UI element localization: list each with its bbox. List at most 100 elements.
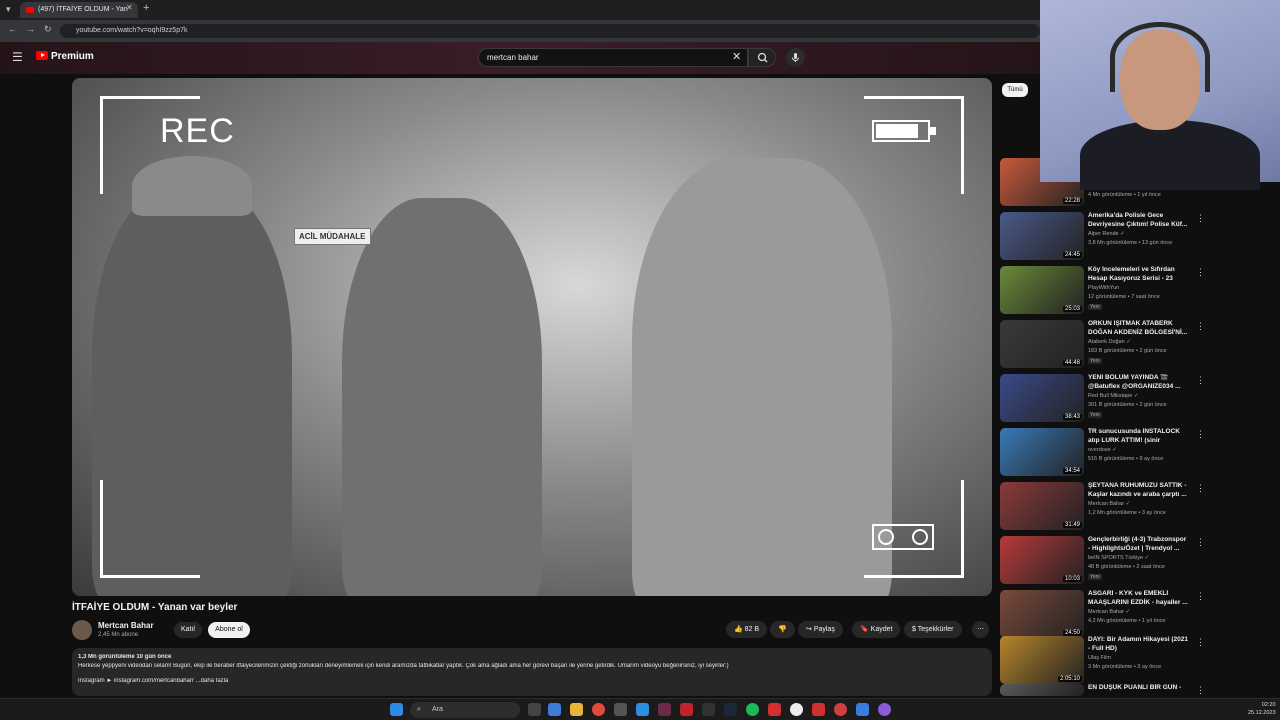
recommendation-meta: 3,8 Mn görüntüleme • 13 gün önce [1088,240,1173,246]
start-icon[interactable] [390,703,403,716]
video-thumbnail[interactable]: 38:43 [1000,374,1084,422]
new-badge: Yeni [1088,574,1102,580]
recommendation-channel[interactable]: Red Bull Mikstape ✓ [1088,393,1138,399]
recommendation-item[interactable]: 44:48 ORKUN IŞITMAK ATABERK DOĞAN AKDENİZ… [1000,320,1272,370]
video-thumbnail[interactable]: 34:54 [1000,428,1084,476]
share-button[interactable]: ↪ Paylaş [798,621,843,638]
video-thumbnail[interactable]: 24:45 [1000,212,1084,260]
clear-search-icon[interactable]: ✕ [732,50,741,63]
video-thumbnail[interactable]: 25:03 [1000,266,1084,314]
yandex-icon[interactable] [790,703,803,716]
task-view-icon[interactable] [528,703,541,716]
voice-search-button[interactable] [786,48,805,67]
channel-name[interactable]: Mertcan Bahar [98,621,154,630]
join-button[interactable]: Katıl [174,622,202,638]
video-thumbnail[interactable]: 24:50 [1000,590,1084,638]
app-icon-7[interactable] [812,703,825,716]
recommendation-item[interactable]: EN DÜŞÜK PUANLI BİR GÜN - ⋮ [1000,684,1272,698]
recommendation-item[interactable]: 34:54 TR sunucusunda INSTALOCK atıp LURK … [1000,428,1272,478]
spotify-icon[interactable] [746,703,759,716]
recommendation-item[interactable]: 2:05:10 DAYI: Bir Adamın Hikayesi (2021 -… [1000,636,1272,686]
like-button[interactable]: 👍 82 B [726,621,768,638]
recommendation-channel[interactable]: overdose ✓ [1088,447,1117,453]
more-options-icon[interactable]: ⋮ [1196,213,1205,224]
more-options-icon[interactable]: ⋮ [1196,267,1205,278]
widgets-icon[interactable] [548,703,561,716]
taskbar-search[interactable]: ⌕ Ara [410,702,520,718]
app-icon-8[interactable] [834,703,847,716]
recommendation-item[interactable]: 38:43 YENİ BÖLÜM YAYINDA 🎬 @Batuflex @ORG… [1000,374,1272,424]
file-explorer-icon[interactable] [570,703,583,716]
recommendation-channel[interactable]: Alper Rende ✓ [1088,231,1125,237]
recommendation-item[interactable]: 10:03 Gençlerbirliği (4-3) Trabzonspor - … [1000,536,1272,586]
dislike-button[interactable]: 👎 [770,621,795,638]
more-actions-button[interactable]: ⋯ [972,621,989,638]
video-thumbnail[interactable] [1000,684,1084,696]
tab-menu-icon[interactable]: ▾ [6,4,11,15]
channel-avatar[interactable] [72,620,92,640]
recommendation-item[interactable]: 31:49 ŞEYTANA RUHUMUZU SATTIK - Kaşlar ka… [1000,482,1272,532]
app-icon-9[interactable] [856,703,869,716]
video-duration: 31:49 [1062,522,1082,528]
more-options-icon[interactable]: ⋮ [1196,321,1205,332]
search-button[interactable] [748,48,776,67]
more-options-icon[interactable]: ⋮ [1196,483,1205,494]
forward-icon[interactable]: → [26,24,35,34]
battery-icon [872,120,936,142]
more-options-icon[interactable]: ⋮ [1196,591,1205,602]
recommendation-channel[interactable]: Ulaş Film [1088,655,1111,661]
recommendation-title: ŞEYTANA RUHUMUZU SATTIK - Kaşlar kazındı… [1088,482,1187,498]
more-options-icon[interactable]: ⋮ [1196,429,1205,440]
video-person-right [632,158,892,596]
recommendation-channel[interactable]: Ataberk Doğan ✓ [1088,339,1131,345]
new-tab-icon[interactable]: + [143,2,149,14]
more-options-icon[interactable]: ⋮ [1196,537,1205,548]
clock-time: 02:20 [1261,702,1276,708]
video-thumbnail[interactable]: 31:49 [1000,482,1084,530]
recommendation-item[interactable]: 25:03 Köy İncelemeleri ve Sıfırdan Hesap … [1000,266,1272,316]
video-player[interactable]: ACİL MÜDAHALE REC [72,78,992,596]
description-box[interactable]: 1,3 Mn görüntüleme 10 gün önce Herkese y… [72,648,992,696]
recommendation-title: ORKUN IŞITMAK ATABERK DOĞAN AKDENİZ BÖLG… [1088,320,1188,336]
app-icon-2[interactable] [636,703,649,716]
more-options-icon[interactable]: ⋮ [1196,685,1205,696]
app-icon-3[interactable] [658,703,671,716]
recommendation-channel[interactable]: PlayWithYun [1088,285,1119,291]
recommendation-item[interactable]: 24:50 ASGARİ - KYK ve EMEKLİ MAAŞLARINI E… [1000,590,1272,640]
recommendation-item[interactable]: 24:45 Amerika'da Polisle Gece Devriyesine… [1000,212,1272,262]
recommendation-channel[interactable]: Mertcan Bahar ✓ [1088,501,1130,507]
video-thumbnail[interactable]: 10:03 [1000,536,1084,584]
back-icon[interactable]: ← [8,24,17,34]
more-options-icon[interactable]: ⋮ [1196,375,1205,386]
more-options-icon[interactable]: ⋮ [1196,637,1205,648]
search-input[interactable]: mertcan bahar [478,48,748,67]
save-label: Kaydet [870,626,893,633]
menu-icon[interactable]: ☰ [12,50,23,64]
save-button[interactable]: 🔖 Kaydet [852,621,901,638]
recommendation-channel[interactable]: beIN SPORTS Türkiye ✓ [1088,555,1149,561]
youtube-logo[interactable]: Premium [36,51,94,62]
filter-chip-all[interactable]: Tümü [1002,83,1028,97]
video-duration: 25:03 [1062,306,1082,312]
url-field[interactable]: youtube.com/watch?v=oqhI9zz5p7k [60,24,1040,38]
description-link-line[interactable]: Instagram ► instagram.com/mertcanbaharr … [78,678,986,684]
video-thumbnail[interactable]: 44:48 [1000,320,1084,368]
browser-tab[interactable]: (497) İTFAİYE OLDUM - Yan [20,2,138,18]
recommendation-channel[interactable]: Mertcan Bahar ✓ [1088,609,1130,615]
system-clock[interactable]: 02:20 25.12.2023 [1248,701,1276,717]
app-icon-1[interactable] [614,703,627,716]
tab-close-icon[interactable]: ✕ [126,3,133,12]
app-icon-10[interactable] [878,703,891,716]
thanks-button[interactable]: $ Teşekkürler [904,621,962,638]
app-icon-5[interactable] [702,703,715,716]
steam-icon[interactable] [724,703,737,716]
reload-icon[interactable]: ↻ [44,24,52,35]
chrome-icon[interactable] [592,703,605,716]
subscribe-button[interactable]: Abone ol [208,622,250,638]
recommendation-title: Köy İncelemeleri ve Sıfırdan Hesap Kasıy… [1088,266,1175,282]
video-thumbnail[interactable]: 2:05:10 [1000,636,1084,684]
video-duration: 34:54 [1062,468,1082,474]
cassette-icon [872,524,934,550]
app-icon-4[interactable] [680,703,693,716]
app-icon-6[interactable] [768,703,781,716]
